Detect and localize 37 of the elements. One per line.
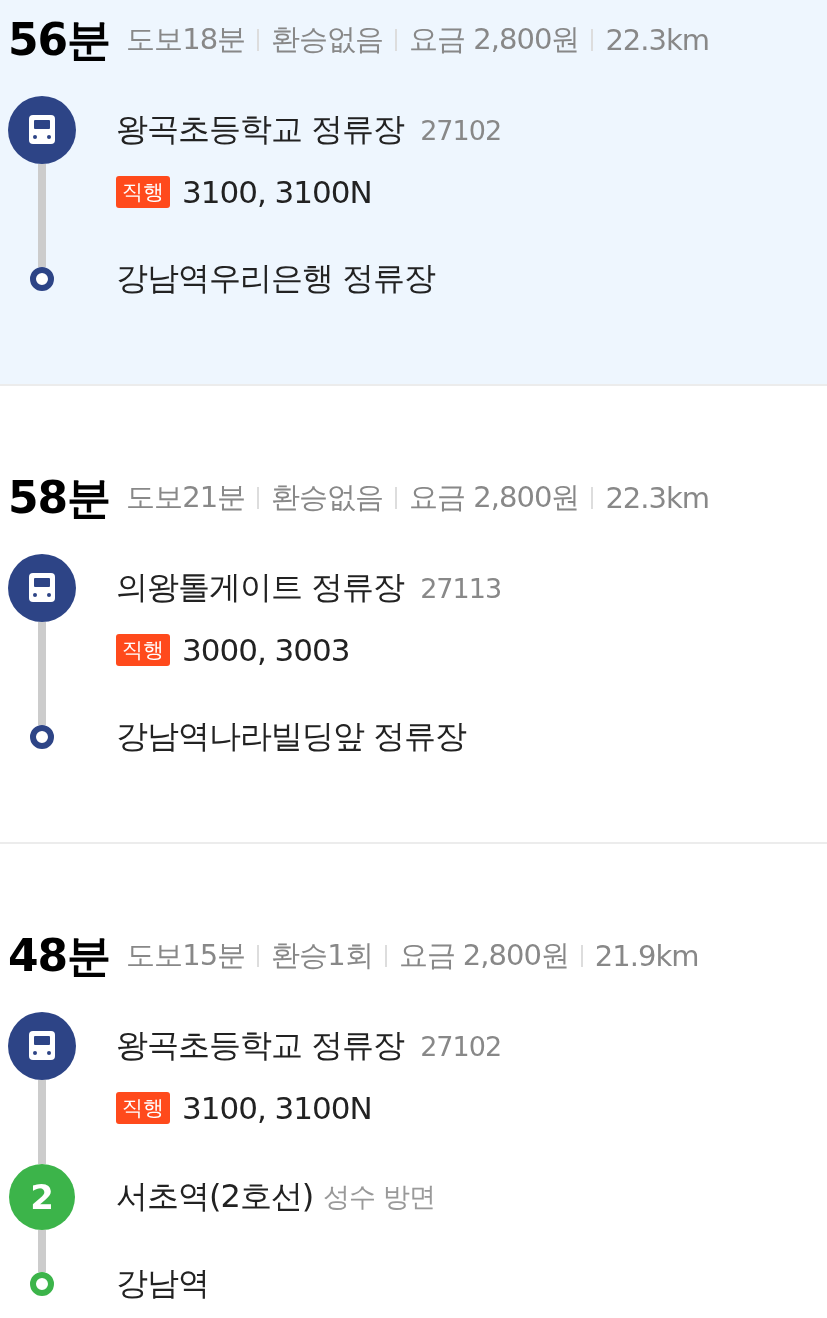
bus-numbers: 3100, 3100N (182, 1090, 372, 1126)
route-summary-item: 21.9km (594, 939, 699, 973)
stop-name: 의왕톨게이트 정류장 (116, 567, 405, 608)
route-summary-item: 환승1회 (271, 937, 373, 974)
express-badge: 직행 (116, 1092, 170, 1124)
route-summary-item: 22.3km (605, 481, 709, 515)
direction-text: 성수 방면 (323, 1180, 435, 1214)
selected-route-card[interactable]: 56분 도보18분 환승없음 요금 2,800원 22.3km 왕곡초등학교 정류장 27102 직행 3100, 3100N 강남역우리은행 정류장 (0, 0, 827, 386)
stop-name: 강남역우리은행 정류장 (116, 258, 436, 299)
station-name: 서초역(2호선) (116, 1176, 314, 1217)
express-badge: 직행 (116, 176, 170, 208)
route-summary-item: 22.3km (605, 23, 709, 57)
bus-icon (8, 1012, 76, 1080)
stop-id: 27113 (420, 572, 502, 604)
route-summary-item: 요금 2,800원 (409, 479, 580, 516)
route-summary-item: 환승없음 (271, 21, 384, 58)
stop-name: 왕곡초등학교 정류장 (116, 109, 405, 150)
bus-numbers: 3100, 3100N (182, 174, 372, 210)
stop-name: 왕곡초등학교 정류장 (116, 1025, 405, 1066)
route-summary-item: 도보15분 (126, 937, 246, 974)
bus-icon (8, 554, 76, 622)
route-summary-item: 도보21분 (126, 479, 246, 516)
stop-name: 강남역 (116, 1263, 209, 1304)
express-badge: 직행 (116, 634, 170, 666)
stop-id: 27102 (420, 114, 502, 146)
stop-id: 27102 (420, 1030, 502, 1062)
travel-time: 56분 (8, 12, 111, 67)
stop-name: 강남역나라빌딩앞 정류장 (116, 716, 467, 757)
route-summary-item: 요금 2,800원 (398, 937, 569, 974)
route-summary-item: 도보18분 (126, 21, 246, 58)
route-summary-item: 환승없음 (271, 479, 384, 516)
travel-time: 58분 (8, 470, 111, 525)
subway-line-badge: 2 (9, 1164, 75, 1230)
route-summary-item: 요금 2,800원 (409, 21, 580, 58)
travel-time: 48분 (8, 928, 111, 983)
bus-icon (8, 96, 76, 164)
bus-numbers: 3000, 3003 (182, 632, 350, 668)
